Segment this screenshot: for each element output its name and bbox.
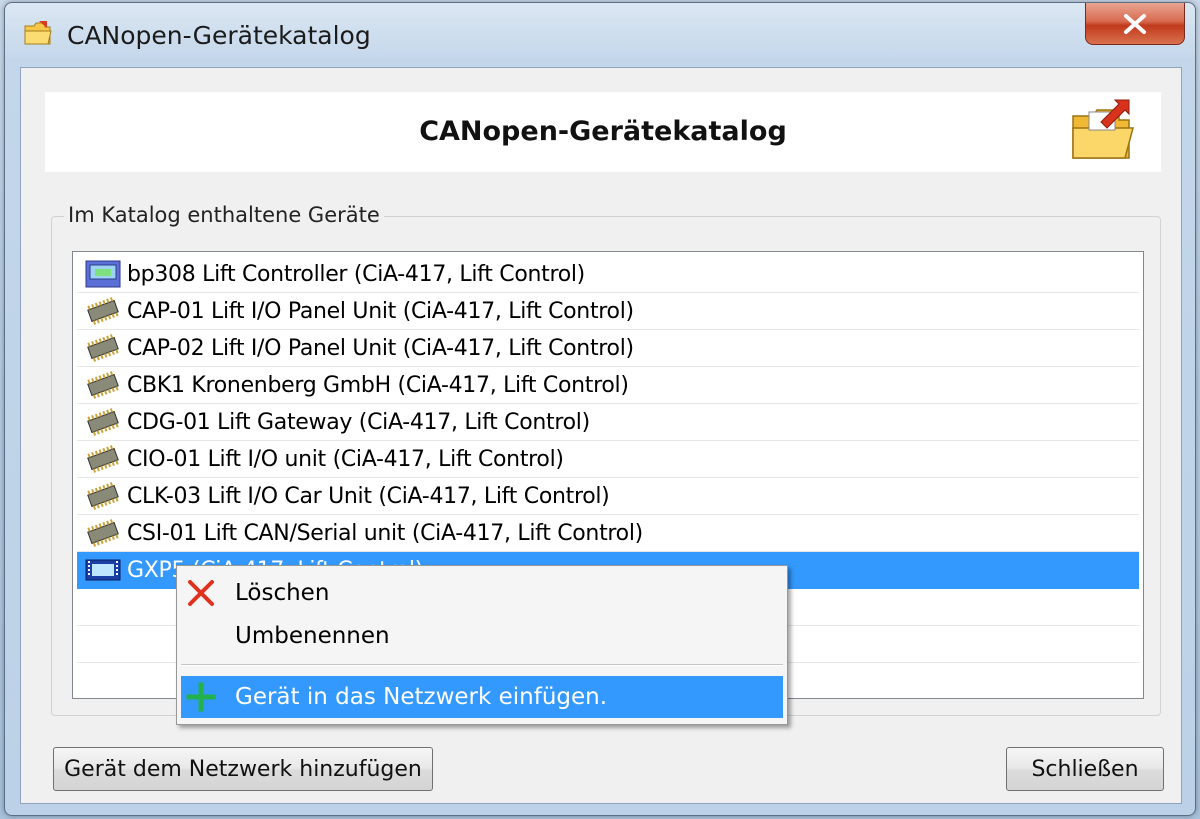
list-item[interactable]: bp308 Lift Controller (CiA-417, Lift Con… xyxy=(77,256,1139,293)
title-bar[interactable]: CANopen-Gerätekatalog xyxy=(5,3,1195,69)
chip-icon xyxy=(87,297,119,325)
list-item[interactable]: CBK1 Kronenberg GmbH (CiA-417, Lift Cont… xyxy=(77,367,1139,404)
list-item-label: CIO-01 Lift I/O unit (CiA-417, Lift Cont… xyxy=(127,446,564,472)
close-button[interactable]: Schließen xyxy=(1006,747,1164,791)
list-item-label: CAP-02 Lift I/O Panel Unit (CiA-417, Lif… xyxy=(127,335,634,361)
context-menu: Löschen Umbenennen Gerät in das Netzwerk… xyxy=(176,565,788,725)
folder-icon xyxy=(24,21,52,45)
add-to-network-button[interactable]: Gerät dem Netzwerk hinzufügen xyxy=(53,747,433,791)
list-item-label: CBK1 Kronenberg GmbH (CiA-417, Lift Cont… xyxy=(127,372,629,398)
list-item[interactable]: CDG-01 Lift Gateway (CiA-417, Lift Contr… xyxy=(77,404,1139,441)
menu-item-label: Löschen xyxy=(235,580,330,606)
menu-separator xyxy=(181,664,783,666)
list-item[interactable]: CSI-01 Lift CAN/Serial unit (CiA-417, Li… xyxy=(77,515,1139,552)
chip-icon xyxy=(87,482,119,510)
film-icon xyxy=(85,559,121,581)
list-item-label: bp308 Lift Controller (CiA-417, Lift Con… xyxy=(127,261,585,287)
add-plus-icon xyxy=(181,679,221,715)
chip-icon xyxy=(87,371,119,399)
folder-arrow-icon xyxy=(1072,99,1134,159)
delete-x-icon xyxy=(181,575,221,611)
list-item-label: CLK-03 Lift I/O Car Unit (CiA-417, Lift … xyxy=(127,483,610,509)
chip-icon xyxy=(87,408,119,436)
menu-item-insert-into-network[interactable]: Gerät in das Netzwerk einfügen. xyxy=(181,676,783,718)
controller-icon xyxy=(85,260,121,288)
header-panel: CANopen-Gerätekatalog xyxy=(45,92,1161,172)
list-item-label: CSI-01 Lift CAN/Serial unit (CiA-417, Li… xyxy=(127,520,643,546)
groupbox-label: Im Katalog enthaltene Geräte xyxy=(64,203,384,227)
list-item[interactable]: CIO-01 Lift I/O unit (CiA-417, Lift Cont… xyxy=(77,441,1139,478)
chip-icon xyxy=(87,445,119,473)
list-item-label: CAP-01 Lift I/O Panel Unit (CiA-417, Lif… xyxy=(127,298,634,324)
menu-item-delete[interactable]: Löschen xyxy=(181,572,783,614)
close-icon xyxy=(1124,13,1146,34)
list-item[interactable]: CAP-01 Lift I/O Panel Unit (CiA-417, Lif… xyxy=(77,293,1139,330)
menu-item-label: Gerät in das Netzwerk einfügen. xyxy=(235,684,608,710)
chip-icon xyxy=(87,334,119,362)
menu-item-label: Umbenennen xyxy=(235,623,390,649)
list-item[interactable]: CLK-03 Lift I/O Car Unit (CiA-417, Lift … xyxy=(77,478,1139,515)
list-item[interactable]: CAP-02 Lift I/O Panel Unit (CiA-417, Lif… xyxy=(77,330,1139,367)
close-window-button[interactable] xyxy=(1085,3,1185,45)
chip-icon xyxy=(87,519,119,547)
menu-item-rename[interactable]: Umbenennen xyxy=(181,615,783,657)
list-item-label: CDG-01 Lift Gateway (CiA-417, Lift Contr… xyxy=(127,409,590,435)
window-title: CANopen-Gerätekatalog xyxy=(67,21,371,50)
header-title: CANopen-Gerätekatalog xyxy=(419,116,787,147)
